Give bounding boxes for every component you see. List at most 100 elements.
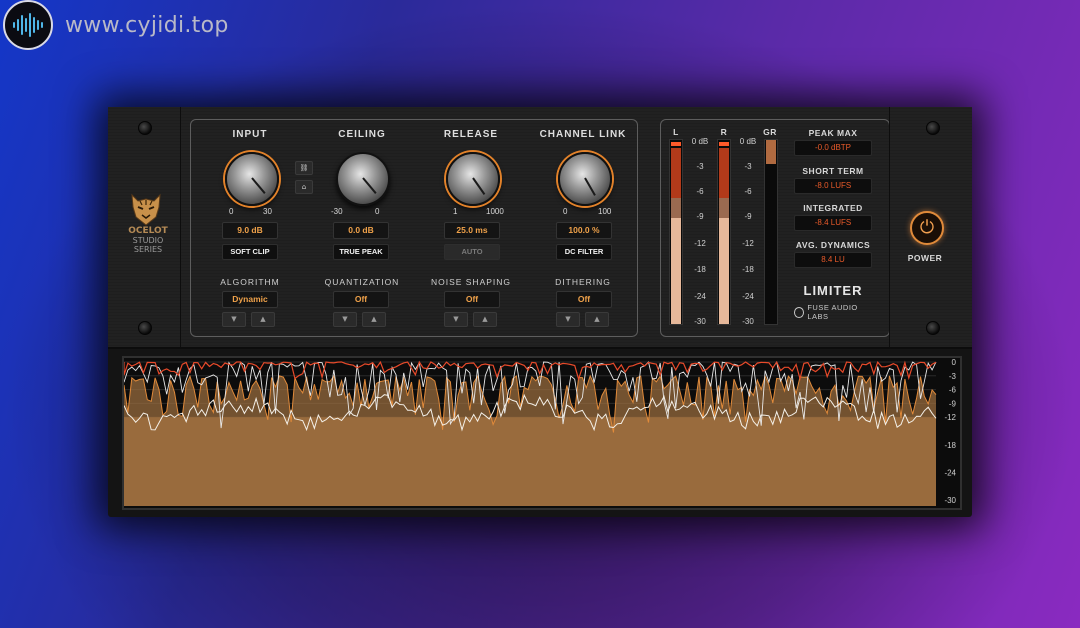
fuse-logo-icon (794, 306, 805, 318)
maker-name: FUSE AUDIO LABS (807, 303, 858, 321)
release-min: 1 (453, 207, 458, 216)
brand-line3: SERIES (133, 245, 163, 254)
gr-scale-tick: -18 (742, 265, 754, 274)
meter-l-label: L (673, 127, 679, 137)
wave-scale-label: -12 (944, 413, 956, 422)
noise-shaping-up-button[interactable]: ▲ (473, 312, 497, 327)
ocelot-logo: OCELOT STUDIO SERIES (126, 191, 168, 267)
dithering-label: DITHERING (555, 277, 611, 287)
channel-link-label: CHANNEL LINK (539, 129, 627, 140)
meter-scale-tick: -9 (696, 212, 704, 221)
power-button[interactable]: ⏻ (910, 211, 944, 245)
ceiling-value[interactable]: 0.0 dB (333, 222, 389, 239)
channel-link-value[interactable]: 100.0 % (556, 222, 612, 239)
input-value[interactable]: 9.0 dB (222, 222, 278, 239)
ceiling-knob[interactable] (336, 152, 390, 206)
tiger-head-icon (131, 193, 161, 226)
wave-scale-label: 0 (952, 358, 957, 367)
gr-scale-tick: -3 (744, 162, 752, 171)
dithering-up-button[interactable]: ▲ (585, 312, 609, 327)
short-term-label: SHORT TERM (802, 166, 864, 176)
reset-button[interactable]: ⌂ (295, 180, 313, 194)
quantization-value[interactable]: Off (333, 291, 389, 308)
algorithm-value[interactable]: Dynamic (222, 291, 278, 308)
noise-shaping-down-button[interactable]: ▼ (444, 312, 468, 327)
auto-release-button[interactable]: AUTO (444, 244, 500, 260)
power-icon: ⏻ (919, 217, 935, 238)
watermark-text: www.cyjidi.top (65, 12, 229, 38)
avg-dynamics-value[interactable]: 8.4 LU (794, 252, 872, 268)
meter-scale-tick: -24 (694, 292, 706, 301)
screw-icon (926, 121, 940, 135)
brand-line2: STUDIO (132, 236, 164, 245)
wave-scale-label: -30 (944, 496, 956, 505)
meter-scale-tick: -6 (696, 187, 704, 196)
dithering-value[interactable]: Off (556, 291, 612, 308)
gr-scale-tick: 0 dB (739, 137, 757, 146)
short-term-value[interactable]: -8.0 LUFS (794, 178, 872, 194)
release-value[interactable]: 25.0 ms (444, 222, 500, 239)
maker-logo: FUSE AUDIO LABS (794, 303, 876, 321)
waveform-area (124, 375, 936, 506)
ceiling-label: CEILING (338, 129, 386, 140)
gr-scale-tick: -24 (742, 292, 754, 301)
input-label: INPUT (232, 129, 268, 140)
meter-scale-tick: -12 (694, 239, 706, 248)
input-max: 30 (263, 207, 272, 216)
soft-clip-button[interactable]: SOFT CLIP (222, 244, 278, 260)
channel-link-min: 0 (563, 207, 568, 216)
release-label: RELEASE (443, 129, 499, 140)
release-max: 1000 (486, 207, 504, 216)
meter-gr-label: GR (763, 127, 777, 137)
screw-icon (926, 321, 940, 335)
peak-max-value[interactable]: -0.0 dBTP (794, 140, 872, 156)
noise-shaping-label: NOISE SHAPING (430, 277, 512, 287)
meter-r-bar (717, 139, 731, 325)
integrated-label: INTEGRATED (803, 203, 863, 213)
algorithm-down-button[interactable]: ▼ (222, 312, 246, 327)
left-rack-ear: OCELOT STUDIO SERIES (108, 107, 181, 347)
waveform-display: 0 -3 -6 -9 -12 -18 -24 -30 (122, 356, 962, 510)
product-name: LIMITER (803, 283, 863, 298)
watermark: www.cyjidi.top (0, 0, 229, 50)
channel-link-knob[interactable] (558, 152, 612, 206)
input-min: 0 (229, 207, 234, 216)
ceiling-min: -30 (331, 207, 343, 216)
meter-scale-tick: 0 dB (691, 137, 709, 146)
wave-scale-label: -18 (944, 441, 956, 450)
quantization-up-button[interactable]: ▲ (362, 312, 386, 327)
gr-scale-tick: -12 (742, 239, 754, 248)
dithering-down-button[interactable]: ▼ (556, 312, 580, 327)
gr-scale-tick: -30 (742, 317, 754, 326)
peak-max-label: PEAK MAX (808, 128, 858, 138)
avg-dynamics-label: AVG. DYNAMICS (795, 240, 871, 250)
wave-scale-label: -6 (949, 386, 957, 395)
power-label: POWER (907, 253, 943, 263)
waveform-logo-icon (3, 0, 53, 50)
meter-r-label: R (720, 127, 728, 137)
algorithm-up-button[interactable]: ▲ (251, 312, 275, 327)
algorithm-label: ALGORITHM (220, 277, 280, 287)
waveform-graph: 0 -3 -6 -9 -12 -18 -24 -30 (123, 358, 957, 506)
meter-gr-bar (764, 139, 778, 325)
channel-link-max: 100 (598, 207, 612, 216)
ceiling-max: 0 (375, 207, 380, 216)
brand-line1: OCELOT (128, 226, 168, 236)
wave-scale-label: -24 (944, 468, 956, 477)
meter-scale-tick: -30 (694, 317, 706, 326)
link-button[interactable]: ⛓ (295, 161, 313, 175)
wave-scale-label: -3 (949, 372, 957, 381)
integrated-value[interactable]: -8.4 LUFS (794, 215, 872, 231)
true-peak-button[interactable]: TRUE PEAK (333, 244, 389, 260)
gr-scale-tick: -9 (744, 212, 752, 221)
meter-scale-tick: -18 (694, 265, 706, 274)
screw-icon (138, 121, 152, 135)
quantization-down-button[interactable]: ▼ (333, 312, 357, 327)
noise-shaping-value[interactable]: Off (444, 291, 500, 308)
input-knob[interactable] (225, 152, 279, 206)
dc-filter-button[interactable]: DC FILTER (556, 244, 612, 260)
wave-scale-label: -9 (949, 399, 957, 408)
meter-scale-tick: -3 (696, 162, 704, 171)
release-knob[interactable] (446, 152, 500, 206)
control-panel: OCELOT STUDIO SERIES ⛓ ⌂ INPUT 0 30 9.0 … (108, 107, 972, 349)
